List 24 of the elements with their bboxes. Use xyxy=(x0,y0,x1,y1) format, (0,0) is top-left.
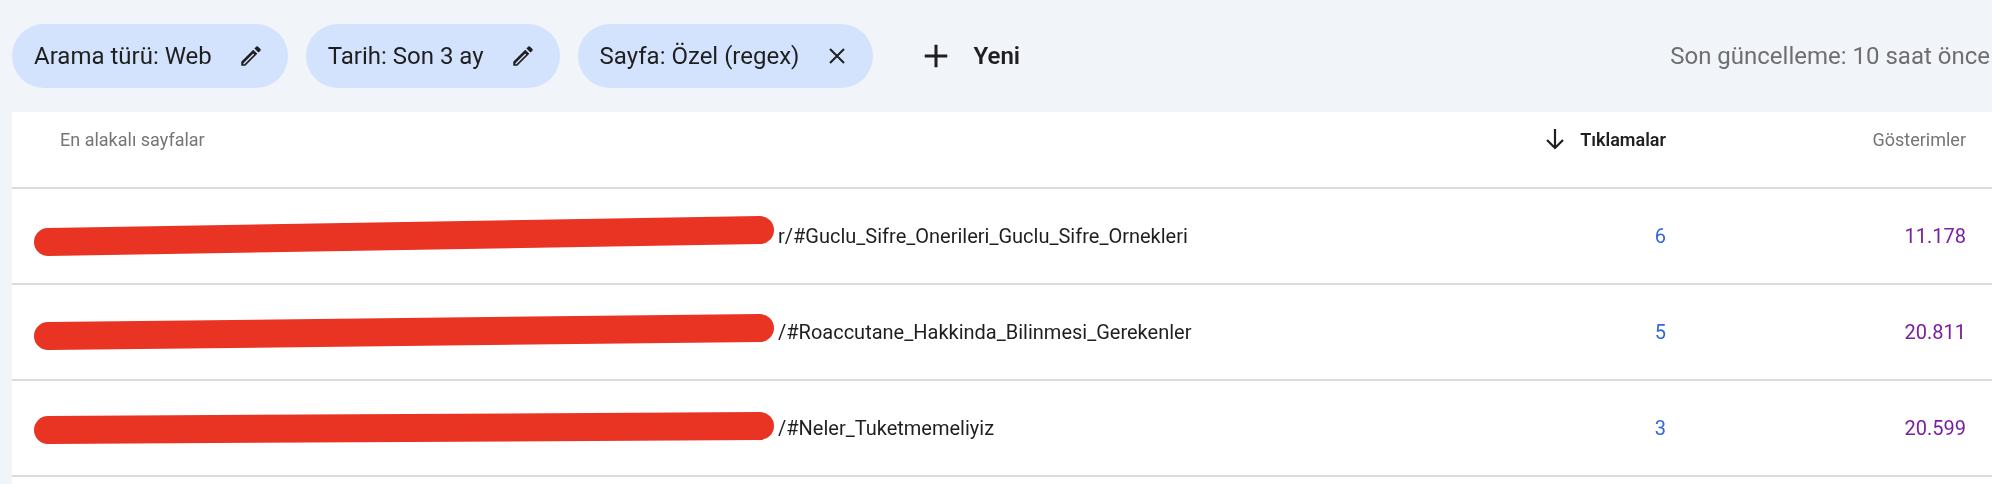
impressions-value: 20.599 xyxy=(1904,415,1966,442)
filter-chip[interactable]: Arama türü: Web xyxy=(12,24,288,88)
filter-label: Sayfa: Özel (regex) xyxy=(599,41,800,72)
column-header[interactable]: Tıklamalar xyxy=(1544,122,1666,156)
arrow-down-icon xyxy=(1544,127,1567,151)
clicks-value: 6 xyxy=(1654,223,1666,250)
page-url: /#Roaccutane_Hakkinda_Bilinmesi_Gerekenler xyxy=(778,319,1192,346)
page-url: /#Neler_Tuketmemeliyiz xyxy=(778,415,995,442)
clicks-value: 3 xyxy=(1654,415,1666,442)
filter-chip[interactable]: Tarih: Son 3 ay xyxy=(305,24,560,88)
filter-label: Tarih: Son 3 ay xyxy=(327,41,484,72)
filter-label: Arama türü: Web xyxy=(34,41,212,72)
clicks-value: 5 xyxy=(1654,319,1666,346)
column-header[interactable]: Gösterimler xyxy=(1872,122,1966,156)
filter-chip[interactable]: Sayfa: Özel (regex) xyxy=(577,24,874,88)
impressions-value: 11.178 xyxy=(1904,223,1966,250)
page-url: r/#Guclu_Sifre_Onerileri_Guclu_Sifre_Ornekleri xyxy=(778,223,1188,250)
table-row[interactable]: r/#Guclu_Sifre_Onerileri_Guclu_Sifre_Ornekleri 6 11.178 xyxy=(12,189,1992,285)
table-row[interactable]: /#Roaccutane_Hakkinda_Bilinmesi_Gerekenler 5 20.811 xyxy=(12,285,1992,381)
last-update-text: Son güncelleme: 10 saat önce xyxy=(1670,41,1991,72)
new-filter-button[interactable]: Yeni xyxy=(911,26,1031,86)
table-row[interactable]: /#Neler_Tuketmemeliyiz 3 20.599 xyxy=(12,381,1992,477)
impressions-value: 20.811 xyxy=(1904,319,1966,346)
column-header[interactable]: En alakalı sayfalar xyxy=(60,122,1266,156)
